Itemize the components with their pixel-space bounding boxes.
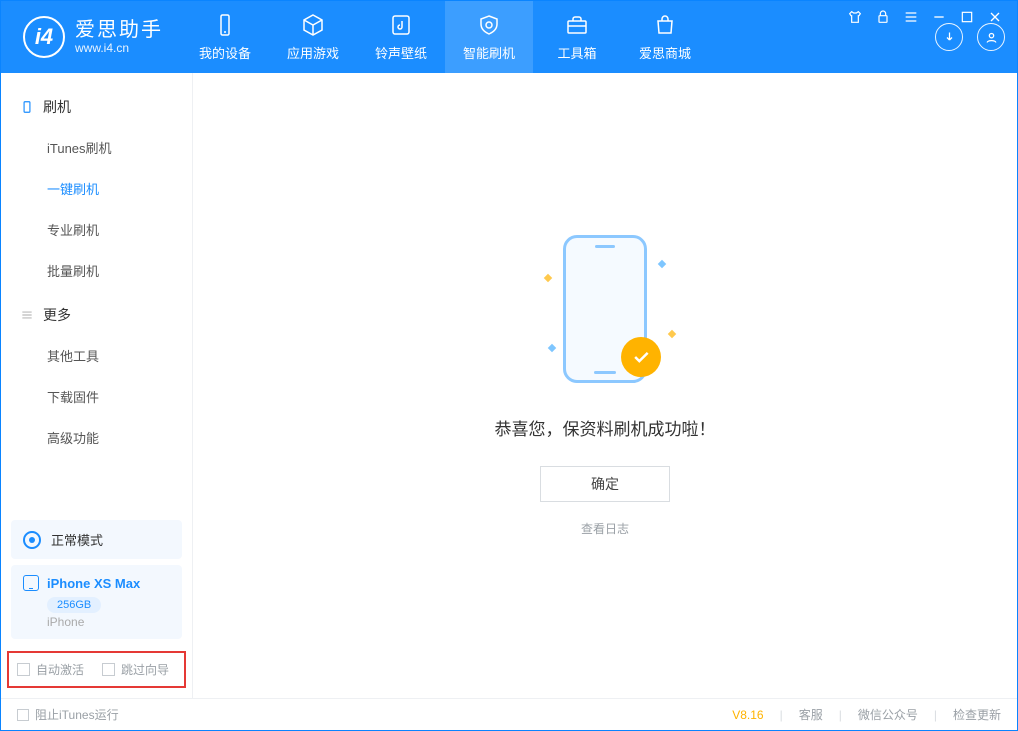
sidebar-item-other-tools[interactable]: 其他工具 — [1, 335, 192, 376]
highlighted-options: 自动激活 跳过向导 — [7, 651, 186, 688]
sparkle-icon — [548, 343, 556, 351]
nav-toolbox[interactable]: 工具箱 — [533, 1, 621, 73]
phone-outline-icon — [19, 99, 35, 115]
footer-link-wechat[interactable]: 微信公众号 — [858, 706, 918, 723]
footer-link-update[interactable]: 检查更新 — [953, 706, 1001, 723]
success-illustration — [545, 235, 665, 395]
top-nav: 我的设备 应用游戏 铃声壁纸 智能刷机 工具箱 — [181, 1, 709, 73]
device-card[interactable]: iPhone XS Max 256GB iPhone — [11, 565, 182, 639]
footer-link-support[interactable]: 客服 — [799, 706, 823, 723]
ok-button[interactable]: 确定 — [540, 466, 670, 502]
nav-label: 工具箱 — [557, 43, 596, 62]
device-icon — [211, 13, 239, 37]
sidebar-group-more: 更多 — [1, 291, 192, 335]
checkbox-skip-guide[interactable]: 跳过向导 — [102, 661, 169, 678]
more-icon — [19, 307, 35, 323]
checkbox-icon — [102, 663, 115, 676]
checkbox-label: 阻止iTunes运行 — [35, 706, 119, 723]
sparkle-icon — [544, 273, 552, 281]
sidebar-item-batch-flash[interactable]: 批量刷机 — [1, 250, 192, 291]
toolbox-icon — [563, 13, 591, 37]
version-label: V8.16 — [732, 708, 763, 722]
app-url: www.i4.cn — [75, 42, 163, 56]
checkmark-badge-icon — [621, 337, 661, 377]
app-window: i4 爱思助手 www.i4.cn 我的设备 应用游戏 铃声壁纸 — [0, 0, 1018, 731]
mode-label: 正常模式 — [51, 530, 103, 549]
sparkle-icon — [658, 259, 666, 267]
mode-indicator-icon — [23, 531, 41, 549]
checkbox-icon — [17, 663, 30, 676]
bag-icon — [651, 13, 679, 37]
sidebar-group-flash: 刷机 — [1, 83, 192, 127]
window-controls — [847, 9, 1003, 25]
nav-label: 应用游戏 — [287, 43, 339, 62]
success-message: 恭喜您，保资料刷机成功啦！ — [495, 415, 716, 440]
nav-label: 爱思商城 — [639, 43, 691, 62]
checkbox-label: 跳过向导 — [121, 661, 169, 678]
sidebar-item-oneclick-flash[interactable]: 一键刷机 — [1, 168, 192, 209]
group-title: 更多 — [43, 305, 71, 325]
group-title: 刷机 — [43, 97, 71, 117]
menu-icon[interactable] — [903, 9, 919, 25]
header: i4 爱思助手 www.i4.cn 我的设备 应用游戏 铃声壁纸 — [1, 1, 1017, 73]
logo-icon: i4 — [23, 16, 65, 58]
lock-icon[interactable] — [875, 9, 891, 25]
nav-my-device[interactable]: 我的设备 — [181, 1, 269, 73]
device-type: iPhone — [47, 615, 170, 629]
sidebar: 刷机 iTunes刷机 一键刷机 专业刷机 批量刷机 更多 其他工具 下载固件 … — [1, 73, 193, 698]
shirt-icon[interactable] — [847, 9, 863, 25]
view-log-link[interactable]: 查看日志 — [581, 520, 629, 537]
user-icon[interactable] — [977, 23, 1005, 51]
nav-label: 我的设备 — [199, 43, 251, 62]
sparkle-icon — [668, 329, 676, 337]
nav-label: 智能刷机 — [463, 43, 515, 62]
refresh-shield-icon — [475, 13, 503, 37]
checkbox-auto-activate[interactable]: 自动激活 — [17, 661, 84, 678]
nav-smart-flash[interactable]: 智能刷机 — [445, 1, 533, 73]
mode-card[interactable]: 正常模式 — [11, 520, 182, 559]
cube-icon — [299, 13, 327, 37]
phone-icon — [23, 575, 39, 591]
minimize-button[interactable] — [931, 9, 947, 25]
close-button[interactable] — [987, 9, 1003, 25]
maximize-button[interactable] — [959, 9, 975, 25]
app-name: 爱思助手 — [75, 19, 163, 42]
checkbox-label: 自动激活 — [36, 661, 84, 678]
nav-ringtones[interactable]: 铃声壁纸 — [357, 1, 445, 73]
header-right — [935, 23, 1017, 51]
sidebar-item-advanced[interactable]: 高级功能 — [1, 417, 192, 458]
logo: i4 爱思助手 www.i4.cn — [1, 16, 181, 58]
device-name: iPhone XS Max — [47, 576, 140, 591]
nav-apps-games[interactable]: 应用游戏 — [269, 1, 357, 73]
main-content: 恭喜您，保资料刷机成功啦！ 确定 查看日志 — [193, 73, 1017, 698]
nav-label: 铃声壁纸 — [375, 43, 427, 62]
music-icon — [387, 13, 415, 37]
checkbox-icon — [17, 709, 29, 721]
checkbox-block-itunes[interactable]: 阻止iTunes运行 — [17, 706, 119, 723]
sidebar-bottom: 正常模式 iPhone XS Max 256GB iPhone 自动激活 — [1, 514, 192, 698]
logo-text: 爱思助手 www.i4.cn — [75, 19, 163, 56]
body: 刷机 iTunes刷机 一键刷机 专业刷机 批量刷机 更多 其他工具 下载固件 … — [1, 73, 1017, 698]
download-icon[interactable] — [935, 23, 963, 51]
sidebar-item-itunes-flash[interactable]: iTunes刷机 — [1, 127, 192, 168]
nav-store[interactable]: 爱思商城 — [621, 1, 709, 73]
sidebar-scroll: 刷机 iTunes刷机 一键刷机 专业刷机 批量刷机 更多 其他工具 下载固件 … — [1, 73, 192, 514]
device-capacity-badge: 256GB — [47, 597, 101, 613]
status-bar: 阻止iTunes运行 V8.16 | 客服 | 微信公众号 | 检查更新 — [1, 698, 1017, 730]
sidebar-item-download-firmware[interactable]: 下载固件 — [1, 376, 192, 417]
sidebar-item-pro-flash[interactable]: 专业刷机 — [1, 209, 192, 250]
